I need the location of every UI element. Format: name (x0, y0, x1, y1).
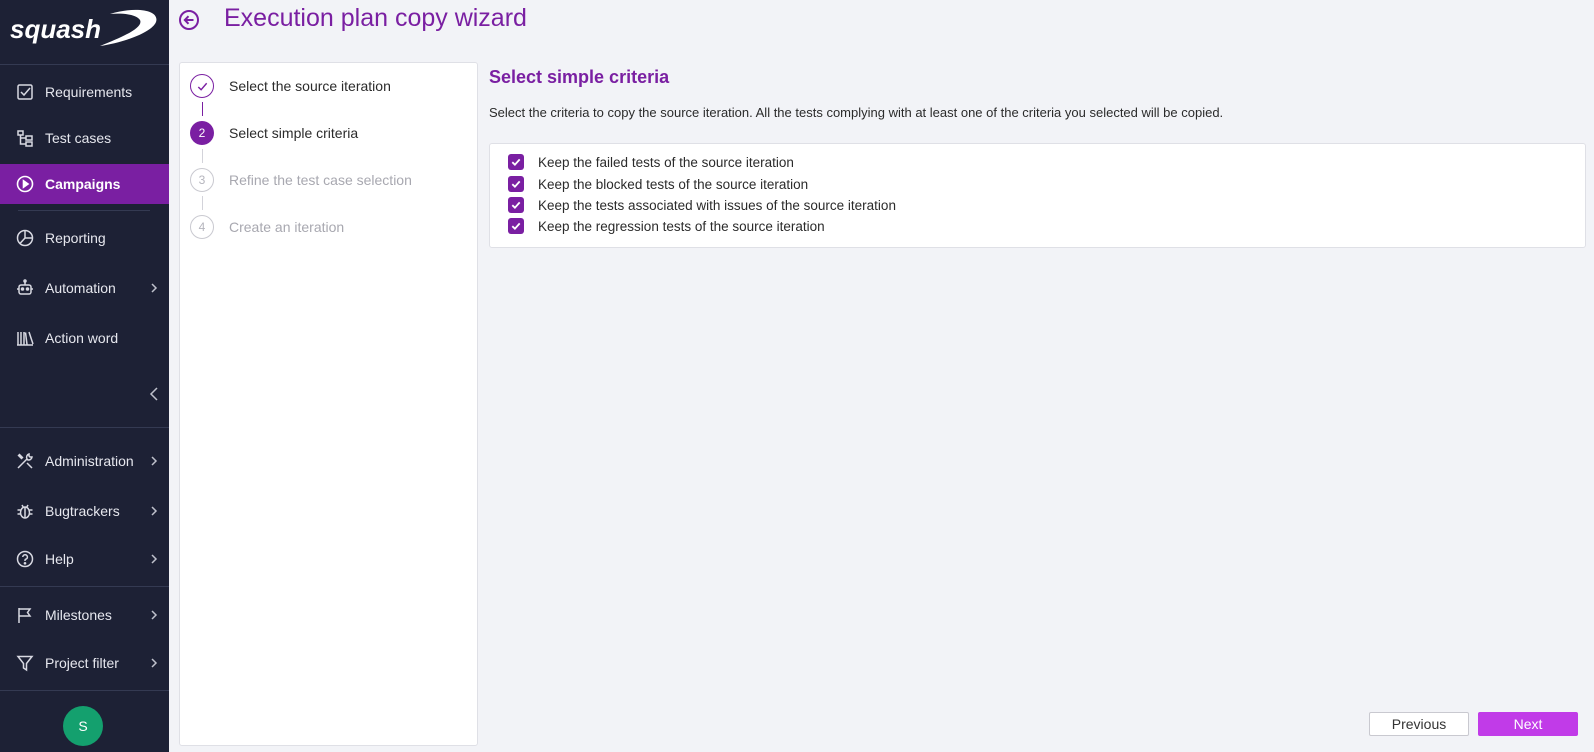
sidebar-item-label: Help (45, 551, 74, 567)
sidebar-item-label: Administration (45, 453, 134, 469)
step-connector (202, 149, 203, 163)
sidebar-item-bugtrackers[interactable]: Bugtrackers (0, 491, 169, 531)
step-number-badge: 2 (190, 121, 214, 145)
check-icon (511, 180, 521, 188)
step-number-badge: 4 (190, 215, 214, 239)
avatar[interactable]: S (63, 706, 103, 746)
criterion-issue-tests[interactable]: Keep the tests associated with issues of… (508, 195, 896, 215)
chevron-right-icon (151, 658, 158, 668)
sidebar-item-action-word[interactable]: Action word (0, 318, 169, 358)
chevron-right-icon (151, 554, 158, 564)
sidebar-item-label: Requirements (45, 84, 133, 100)
step-label: Select simple criteria (229, 125, 359, 141)
step-label: Create an iteration (229, 219, 345, 235)
flag-icon (16, 606, 34, 624)
robot-icon (16, 279, 34, 297)
criterion-blocked-tests[interactable]: Keep the blocked tests of the source ite… (508, 174, 808, 194)
sidebar-item-administration[interactable]: Administration (0, 441, 169, 481)
criterion-failed-tests[interactable]: Keep the failed tests of the source iter… (508, 152, 794, 172)
step-connector (202, 102, 203, 116)
step-number-badge: 3 (190, 168, 214, 192)
wizard-step-4: 4 Create an iteration (190, 214, 470, 240)
sidebar-item-label: Milestones (45, 607, 112, 623)
tools-icon (16, 452, 34, 470)
sidebar-item-campaigns[interactable]: Campaigns (0, 164, 169, 204)
chevron-right-icon (151, 610, 158, 620)
sidebar-item-label: Campaigns (45, 176, 121, 192)
criterion-regression-tests[interactable]: Keep the regression tests of the source … (508, 216, 825, 236)
sidebar-divider (0, 690, 169, 691)
wizard-step-3: 3 Refine the test case selection (190, 167, 470, 193)
section-title: Select simple criteria (489, 67, 670, 87)
sidebar-divider (18, 210, 150, 211)
tree-icon (16, 129, 34, 147)
step-connector (202, 196, 203, 210)
chevron-right-icon (151, 283, 158, 293)
sidebar-divider (0, 586, 169, 587)
sidebar-item-label: Project filter (45, 655, 119, 671)
sidebar-item-label: Bugtrackers (45, 503, 120, 519)
sidebar-item-project-filter[interactable]: Project filter (0, 643, 169, 683)
criterion-label: Keep the blocked tests of the source ite… (538, 176, 809, 192)
sidebar-item-help[interactable]: Help (0, 539, 169, 579)
checkbox-checked[interactable] (508, 197, 524, 213)
criterion-label: Keep the failed tests of the source iter… (538, 154, 794, 170)
sidebar-item-label: Test cases (45, 130, 112, 146)
step-label: Refine the test case selection (229, 172, 412, 188)
play-circle-icon (16, 175, 34, 193)
bug-icon (16, 502, 34, 520)
back-arrow-icon[interactable] (178, 9, 200, 31)
filter-icon (16, 654, 34, 672)
sidebar-divider (0, 427, 169, 428)
criteria-panel: Keep the failed tests of the source iter… (489, 143, 1586, 248)
checkbox-icon (16, 83, 34, 101)
sidebar-divider (0, 64, 169, 65)
sidebar-item-label: Action word (45, 330, 119, 346)
library-icon (16, 329, 34, 347)
criterion-label: Keep the regression tests of the source … (538, 218, 825, 234)
collapse-sidebar-icon[interactable] (147, 385, 161, 403)
pie-chart-icon (16, 229, 34, 247)
sidebar-item-automation[interactable]: Automation (0, 268, 169, 308)
squash-logo[interactable]: squash (8, 8, 160, 52)
chevron-right-icon (151, 456, 158, 466)
chevron-right-icon (151, 506, 158, 516)
wizard-step-2[interactable]: 2 Select simple criteria (190, 120, 470, 146)
sidebar-item-label: Reporting (45, 230, 106, 246)
checkbox-checked[interactable] (508, 176, 524, 192)
check-circle-icon (190, 74, 214, 98)
criterion-label: Keep the tests associated with issues of… (538, 197, 896, 213)
sidebar-item-label: Automation (45, 280, 116, 296)
sidebar-item-reporting[interactable]: Reporting (0, 218, 169, 258)
sidebar-item-requirements[interactable]: Requirements (0, 72, 169, 112)
wizard-steps-panel: Select the source iteration 2 Select sim… (179, 62, 478, 746)
section-description: Select the criteria to copy the source i… (489, 105, 1224, 120)
step-label: Select the source iteration (229, 78, 391, 94)
help-circle-icon (16, 550, 34, 568)
check-icon (511, 222, 521, 230)
previous-button[interactable]: Previous (1369, 712, 1469, 736)
sidebar-item-milestones[interactable]: Milestones (0, 595, 169, 635)
checkbox-checked[interactable] (508, 154, 524, 170)
sidebar: squash Requirements Test cases Campaigns… (0, 0, 169, 752)
logo-text: squash (10, 14, 101, 44)
check-icon (511, 201, 521, 209)
check-icon (511, 158, 521, 166)
next-button[interactable]: Next (1478, 712, 1578, 736)
wizard-step-1[interactable]: Select the source iteration (190, 73, 470, 99)
page-title: Execution plan copy wizard (224, 4, 527, 32)
sidebar-item-test-cases[interactable]: Test cases (0, 118, 169, 158)
checkbox-checked[interactable] (508, 218, 524, 234)
